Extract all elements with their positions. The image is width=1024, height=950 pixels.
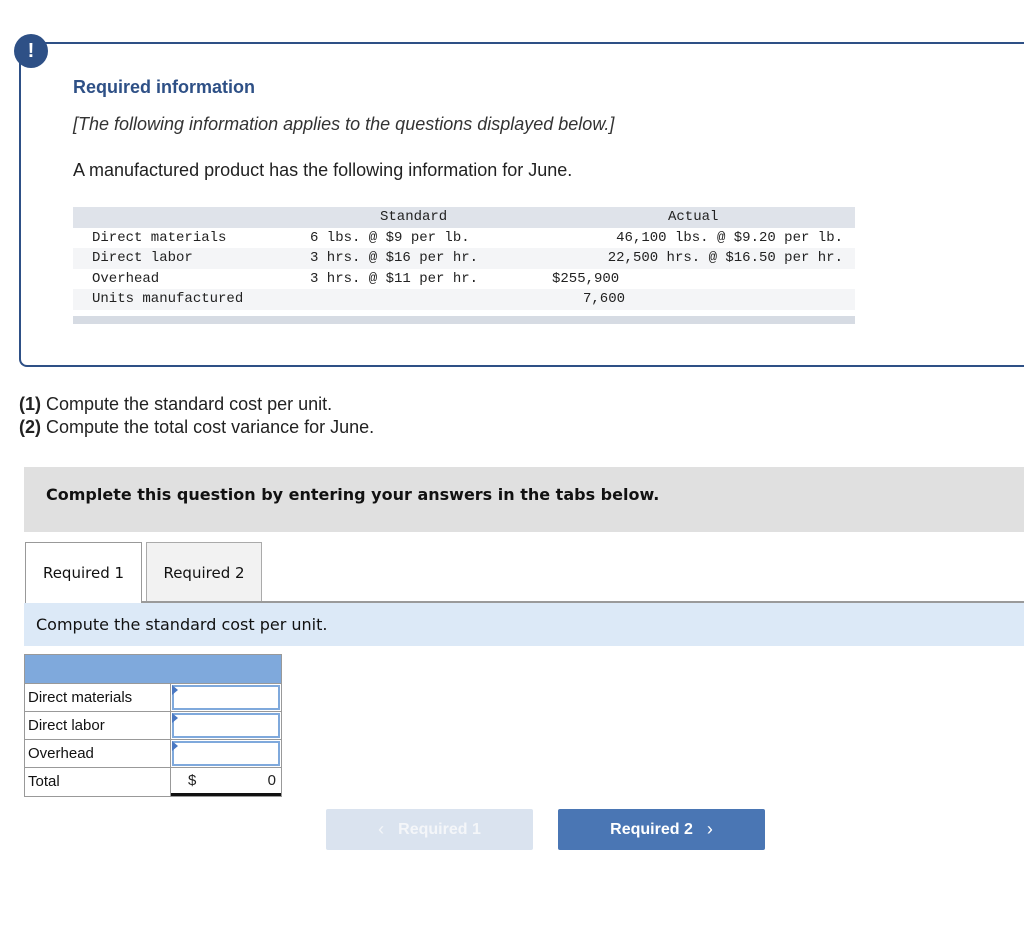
chevron-right-icon: › <box>706 819 713 839</box>
header-standard: Standard <box>380 209 448 225</box>
alert-icon: ! <box>14 34 48 68</box>
row-standard: 6 lbs. @ $9 per lb. <box>310 229 470 246</box>
header-actual: Actual <box>668 209 719 225</box>
answer-row-total: Total $ 0 <box>25 768 281 796</box>
question-number: (2) <box>19 417 41 437</box>
row-label: Units manufactured <box>92 291 244 307</box>
questions-list: (1) Compute the standard cost per unit. … <box>19 393 374 439</box>
instructions-bar: Complete this question by entering your … <box>24 467 1024 532</box>
table-footer-bar <box>73 316 855 324</box>
row-actual: 7,600 <box>583 291 626 307</box>
answer-cell <box>171 712 281 739</box>
table-row: Direct labor 3 hrs. @ $16 per hr. 22,500… <box>73 248 855 269</box>
row-actual: 22,500 hrs. @ $16.50 per hr. <box>607 250 843 266</box>
table-row: Direct materials 6 lbs. @ $9 per lb. 46,… <box>73 228 855 249</box>
next-required-2-button[interactable]: Required 2 › <box>558 809 765 850</box>
prev-button-label: Required 1 <box>398 820 481 838</box>
question-item: (1) Compute the standard cost per unit. <box>19 393 374 416</box>
tab-panel-heading: Compute the standard cost per unit. <box>24 603 1024 646</box>
answer-row-direct-labor: Direct labor <box>25 712 281 740</box>
question-text: Compute the total cost variance for June… <box>41 417 375 437</box>
tab-required-1[interactable]: Required 1 <box>25 542 142 603</box>
table-header-row: Standard Actual <box>73 207 855 228</box>
row-actual: $255,900 <box>552 270 620 287</box>
answer-label: Overhead <box>25 740 171 767</box>
input-flag-icon <box>172 685 178 695</box>
total-label: Total <box>25 768 171 796</box>
answer-label: Direct materials <box>25 684 171 711</box>
info-title: Required information <box>73 77 256 97</box>
panel-heading-text: Compute the standard cost per unit. <box>36 615 328 634</box>
row-standard: 3 hrs. @ $16 per hr. <box>310 250 479 266</box>
question-number: (1) <box>19 394 41 414</box>
question-text: Compute the standard cost per unit. <box>41 394 333 414</box>
answer-label: Direct labor <box>25 712 171 739</box>
row-standard: 3 hrs. @ $11 per hr. <box>310 270 479 287</box>
prev-required-1-button[interactable]: ‹ Required 1 <box>326 809 533 850</box>
table-row: Overhead 3 hrs. @ $11 per hr. $255,900 <box>73 269 855 290</box>
row-label: Direct labor <box>92 250 193 266</box>
info-intro: A manufactured product has the following… <box>73 160 573 180</box>
total-value: 0 <box>267 772 276 789</box>
input-flag-icon <box>172 741 178 751</box>
cost-data-table: Standard Actual Direct materials 6 lbs. … <box>73 207 855 310</box>
answer-table: Direct materials Direct labor Overhead T… <box>24 654 282 797</box>
overhead-input[interactable] <box>172 741 280 766</box>
info-subtitle: [The following information applies to th… <box>73 114 615 134</box>
instructions-text: Complete this question by entering your … <box>46 485 660 504</box>
answer-cell <box>171 740 281 767</box>
row-label: Direct materials <box>92 229 227 246</box>
answer-table-header <box>25 655 281 684</box>
currency-symbol: $ <box>188 772 197 789</box>
question-item: (2) Compute the total cost variance for … <box>19 416 374 439</box>
chevron-left-icon: ‹ <box>378 819 385 839</box>
answer-row-direct-materials: Direct materials <box>25 684 281 712</box>
tab-required-2[interactable]: Required 2 <box>146 542 262 602</box>
answer-cell <box>171 684 281 711</box>
direct-materials-input[interactable] <box>172 685 280 710</box>
next-button-label: Required 2 <box>610 820 693 838</box>
row-actual: 46,100 lbs. @ $9.20 per lb. <box>616 229 843 246</box>
input-flag-icon <box>172 713 178 723</box>
row-label: Overhead <box>92 270 160 287</box>
table-row: Units manufactured 7,600 <box>73 289 855 310</box>
direct-labor-input[interactable] <box>172 713 280 738</box>
total-cell: $ 0 <box>171 768 281 796</box>
answer-row-overhead: Overhead <box>25 740 281 768</box>
